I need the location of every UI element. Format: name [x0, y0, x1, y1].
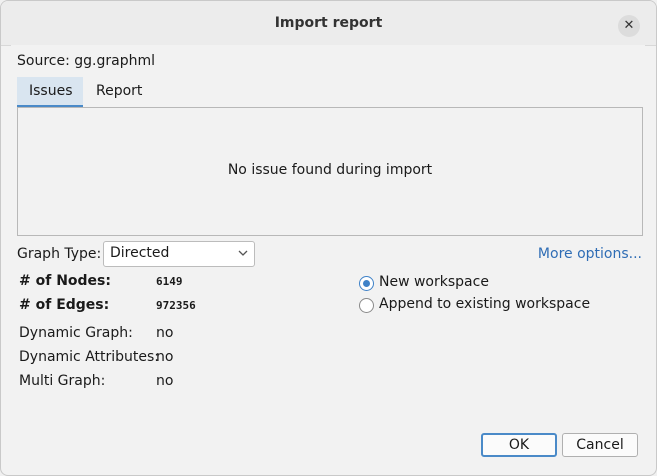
source-label: Source:: [17, 53, 70, 69]
graph-type-value: Directed: [110, 245, 170, 261]
source-file: gg.graphml: [74, 53, 155, 69]
new-workspace-label: New workspace: [379, 274, 489, 290]
issues-panel: No issue found during import: [17, 107, 643, 236]
graph-type-label: Graph Type:: [17, 246, 102, 262]
graph-type-select[interactable]: Directed: [103, 241, 255, 267]
multi-graph-value: no: [156, 373, 174, 389]
ok-button[interactable]: OK: [481, 433, 557, 457]
nodes-value: 6149: [156, 275, 183, 288]
dialog-title: Import report: [274, 15, 383, 31]
tab-report[interactable]: Report: [84, 77, 154, 105]
append-workspace-radio[interactable]: [359, 298, 374, 313]
source-row: Source: gg.graphml: [17, 53, 155, 69]
dynamic-graph-label: Dynamic Graph:: [19, 325, 133, 341]
cancel-button[interactable]: Cancel: [562, 433, 638, 457]
edges-label: # of Edges:: [19, 297, 110, 313]
multi-graph-label: Multi Graph:: [19, 373, 106, 389]
edges-value: 972356: [156, 299, 196, 312]
issues-message: No issue found during import: [227, 162, 433, 178]
nodes-label: # of Nodes:: [19, 273, 111, 289]
import-report-dialog: Import report ✕ Source: gg.graphml Issue…: [0, 0, 657, 476]
new-workspace-radio[interactable]: [359, 276, 374, 291]
dialog-content: Source: gg.graphml Issues Report No issu…: [11, 45, 645, 469]
chevron-down-icon: [238, 250, 248, 256]
tab-issues[interactable]: Issues: [17, 77, 83, 108]
more-options-link[interactable]: More options...: [538, 246, 642, 262]
dynamic-graph-value: no: [156, 325, 174, 341]
append-workspace-label: Append to existing workspace: [379, 296, 591, 312]
title-bar: Import report ✕: [1, 1, 656, 46]
close-button[interactable]: ✕: [618, 15, 640, 37]
dynamic-attributes-label: Dynamic Attributes:: [19, 349, 160, 365]
close-icon: ✕: [623, 18, 635, 33]
dynamic-attributes-value: no: [156, 349, 174, 365]
